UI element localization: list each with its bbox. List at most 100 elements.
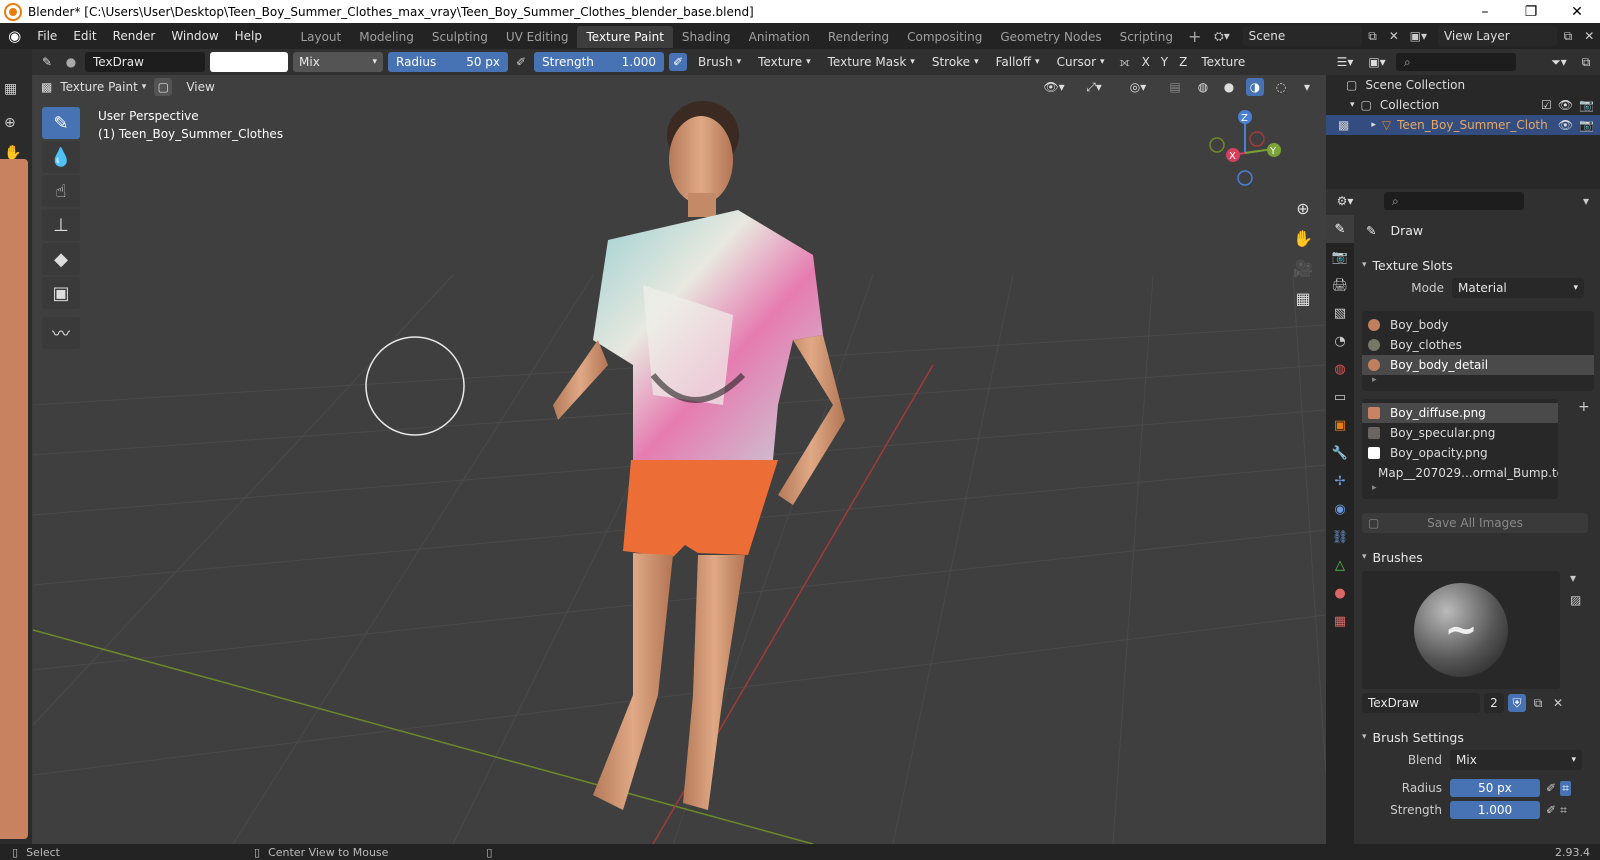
brush-expand-icon[interactable]: ▾ [1570,571,1581,585]
tab-compositing[interactable]: Compositing [898,26,991,48]
brush-name-field[interactable]: TexDraw [85,52,205,72]
soften-tool-icon[interactable]: 💧 [42,141,80,173]
world-tab-icon[interactable]: ◍ [1326,355,1354,383]
checkbox-icon[interactable]: ☑ [1541,98,1552,112]
editor-type-icon-left[interactable]: ▦ [4,81,17,97]
menu-render[interactable]: Render [105,23,164,49]
list-item[interactable]: Boy_opacity.png [1362,443,1558,463]
save-all-images-button[interactable]: ▢ Save All Images [1362,513,1588,533]
duplicate-brush-icon[interactable]: ⧉ [1530,696,1546,711]
symmetry-z[interactable]: Z [1176,52,1190,72]
tab-rendering[interactable]: Rendering [819,26,898,48]
collection-tab-icon[interactable]: ▭ [1326,383,1354,411]
strength-slider-props[interactable]: 1.000 [1450,801,1540,819]
filter-icon[interactable]: ⏷▾ [1546,55,1572,70]
texture-tab[interactable]: Texture [1195,52,1251,72]
object-tab-icon[interactable]: ▣ [1326,411,1354,439]
new-scene-icon[interactable]: ⧉ [1362,29,1383,44]
particles-tab-icon[interactable]: ✢ [1326,467,1354,495]
outliner-editor-icon[interactable]: ☰▾ [1332,55,1358,69]
camera-restrict-icon[interactable]: 📷 [1579,98,1594,112]
brush-settings-panel[interactable]: ▾ Brush Settings [1356,725,1600,749]
strength-slider[interactable]: Strength 1.000 [534,52,664,72]
list-item[interactable]: Boy_diffuse.png [1362,403,1558,423]
tab-shading[interactable]: Shading [673,26,740,48]
tab-geometry-nodes[interactable]: Geometry Nodes [991,26,1110,48]
color-swatch[interactable] [210,52,288,72]
outliner-search-input[interactable]: ⌕ [1396,53,1516,71]
add-workspace-icon[interactable]: + [1182,27,1207,46]
3d-viewport[interactable]: Z Y X [33,75,1326,844]
grid-perspective-icon[interactable]: ▦ [1290,285,1316,311]
brush-id-field[interactable]: TexDraw [1362,693,1480,713]
list-resize-handle[interactable]: ▸ [1362,375,1594,387]
menu-edit[interactable]: Edit [65,23,104,49]
menu-file[interactable]: File [29,23,65,49]
hand-icon-left[interactable]: ✋ [4,145,21,161]
tab-sculpting[interactable]: Sculpting [423,26,497,48]
modifier-tab-icon[interactable]: 🔧 [1326,439,1354,467]
remove-view-layer-icon[interactable]: ✕ [1579,29,1600,43]
scene-field[interactable]: Scene [1242,26,1362,46]
clone-tool-icon[interactable]: ⊥ [42,209,80,241]
list-item[interactable]: Boy_body_detail [1362,355,1594,375]
constraints-tab-icon[interactable]: ⛓ [1326,523,1354,551]
view-layer-tab-icon[interactable]: ▧ [1326,299,1354,327]
properties-search-input[interactable]: ⌕ [1384,192,1524,210]
material-tab-icon[interactable]: ● [1326,579,1354,607]
props-options-icon[interactable]: ▾ [1578,194,1594,208]
object-eye-icon[interactable]: 👁 [1558,118,1573,132]
new-view-layer-icon[interactable]: ⧉ [1557,29,1578,44]
remove-scene-icon[interactable]: ✕ [1383,29,1404,43]
annotate-tool-icon[interactable]: 〰 [42,317,80,349]
render-tab-icon[interactable]: 📷 [1326,243,1354,271]
scene-selector-icon[interactable]: ⛭▾ [1207,29,1236,44]
scene-tab-icon[interactable]: ◔ [1326,327,1354,355]
menu-texture[interactable]: Texture ▾ [752,52,816,72]
tab-texture-paint[interactable]: Texture Paint [577,26,673,48]
fake-user-shield-icon[interactable]: ⛨ [1508,694,1526,712]
view-layer-field[interactable]: View Layer [1437,26,1558,46]
pan-hand-icon[interactable]: ✋ [1290,225,1316,251]
radius-pressure-icon[interactable]: ✐ [513,55,529,69]
solid-shading-icon[interactable]: ● [1220,80,1238,94]
menu-texture-mask[interactable]: Texture Mask ▾ [822,52,921,72]
tool-tab-icon[interactable]: ✎ [1326,215,1354,243]
outliner-scene-collection[interactable]: ▢ Scene Collection [1326,75,1600,95]
symmetry-icon[interactable]: ⟗ [1116,55,1134,70]
brush-preview[interactable]: ~ [1362,571,1560,689]
data-tab-icon[interactable]: △ [1326,551,1354,579]
brush-icon[interactable]: ✎ [37,55,57,69]
overlay-toggle-icon[interactable]: ◎▾ [1120,80,1156,94]
zoom-icon-left[interactable]: ⊕ [4,115,16,131]
collapse-icon[interactable]: ▸ [1371,120,1376,130]
mode-dropdown-props[interactable]: Material ▾ [1452,278,1584,298]
camera-icon[interactable]: 🎥 [1290,255,1316,281]
tab-animation[interactable]: Animation [740,26,819,48]
brush-image-icon[interactable]: ▨ [1570,593,1581,607]
maximize-button[interactable]: ❐ [1508,4,1554,20]
shading-options-icon[interactable]: ▾ [1298,80,1316,94]
tab-scripting[interactable]: Scripting [1111,26,1182,48]
list-item[interactable]: Boy_specular.png [1362,423,1558,443]
texture-slots-panel[interactable]: ▾ Texture Slots [1356,253,1600,277]
strength-pressure-icon[interactable]: ✐ [669,53,687,71]
output-tab-icon[interactable]: 🖨 [1326,271,1354,299]
menu-window[interactable]: Window [163,23,226,49]
symmetry-y[interactable]: Y [1158,52,1171,72]
symmetry-x[interactable]: X [1139,52,1153,72]
draw-tool-icon[interactable]: ✎ [42,107,80,139]
fake-user-icon[interactable]: ● [62,55,80,69]
outliner-collection[interactable]: ▾ ▢ Collection ☑ 👁 📷 [1326,95,1600,115]
add-image-icon[interactable]: + [1578,399,1590,499]
blender-menu-icon[interactable]: ◉ [0,23,29,49]
menu-brush[interactable]: Brush ▾ [692,52,747,72]
physics-tab-icon[interactable]: ◉ [1326,495,1354,523]
xray-icon[interactable]: ▤ [1164,80,1186,94]
radius-unit-icon[interactable]: ⌗ [1560,780,1571,796]
tab-uv-editing[interactable]: UV Editing [497,26,578,48]
tab-modeling[interactable]: Modeling [350,26,423,48]
expand-icon[interactable]: ▾ [1350,100,1355,110]
menu-falloff[interactable]: Falloff ▾ [990,52,1046,72]
mask-tool-icon[interactable]: ▣ [42,277,80,309]
